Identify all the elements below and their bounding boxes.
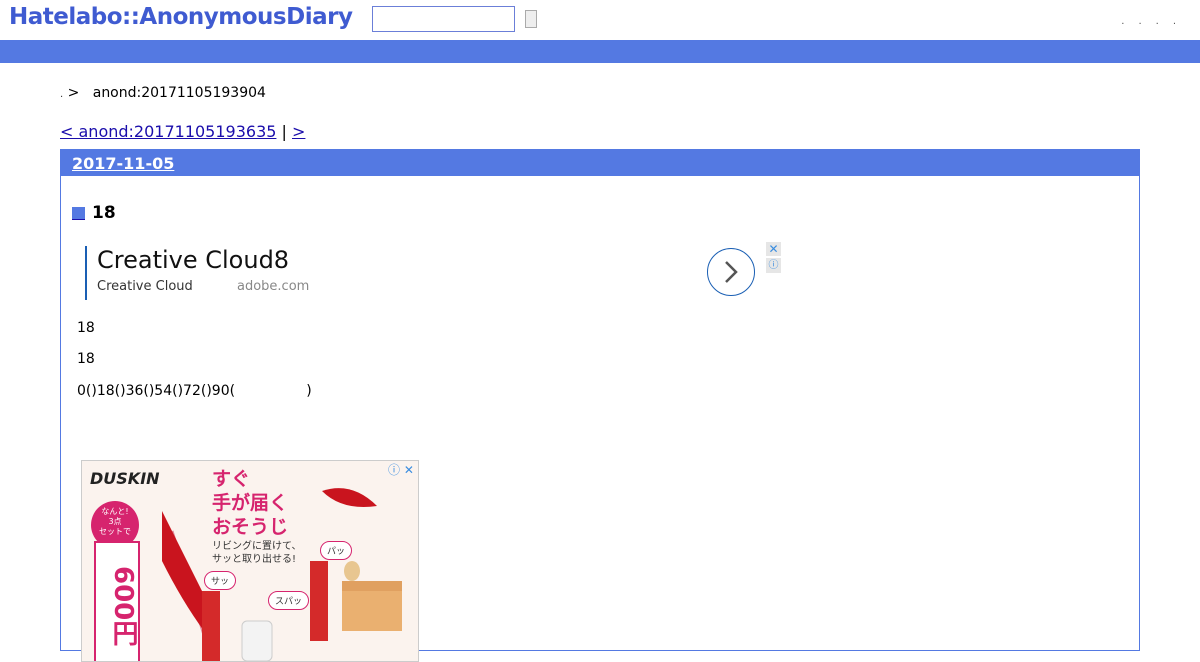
pager-divider: | [281,122,287,141]
section-title-text: 18 [92,203,116,223]
header-link-4[interactable]: . [1173,16,1176,27]
prev-entry-link[interactable]: < anond:20171105193635 [60,122,276,141]
breadcrumb: . > anond:20171105193904 [60,85,266,101]
day-date-link[interactable]: 2017-11-05 [72,154,174,173]
banner-ad-controls[interactable]: ⓘ ✕ [388,461,414,478]
body-paragraph-2: 18 [77,351,95,367]
header-bar [0,40,1200,63]
day-entry: 2017-11-05 18 Creative Cloud8 Creative C… [60,149,1140,662]
body-paragraph-1: 18 [77,320,95,336]
duster-illustration [162,488,402,661]
breadcrumb-current: anond:20171105193904 [92,85,266,101]
body-paragraph-3: 0()18()36()54()72()90( ) [77,383,312,399]
ad-title[interactable]: Creative Cloud8 [97,246,289,274]
site-header: Hatelabo::AnonymousDiary . . . . [0,0,1200,40]
ad-info-icon[interactable]: ⓘ [766,258,781,273]
day-header [61,150,1139,176]
breadcrumb-separator: > [67,85,80,101]
chevron-right-icon [725,261,738,283]
ad-arrow-button[interactable] [707,248,755,296]
breadcrumb-root[interactable]: . [60,89,63,100]
text-ad[interactable]: Creative Cloud8 Creative Cloud adobe.com [85,246,787,300]
next-entry-link[interactable]: > [292,122,305,141]
header-links: . . . . [1121,16,1176,27]
search-input[interactable] [372,6,515,32]
section-anchor-icon[interactable] [72,206,85,220]
search-button[interactable] [525,10,537,28]
ad-domain: adobe.com [237,279,310,294]
header-link-2[interactable]: . [1138,16,1141,27]
header-link-1[interactable]: . [1121,16,1124,27]
pager: < anond:20171105193635 | > [60,122,305,141]
site-logo[interactable]: Hatelabo::AnonymousDiary [9,4,353,30]
banner-ad[interactable]: DUSKIN すぐ 手が届く おそうじ リビングに置けて、 サッと取り出せる! … [81,460,419,662]
ad-close-icon[interactable]: ✕ [766,242,781,256]
section-title: 18 [72,203,116,223]
header-link-3[interactable]: . [1156,16,1159,27]
ad-advertiser: Creative Cloud [97,279,193,294]
banner-price: 600円 [94,541,140,661]
